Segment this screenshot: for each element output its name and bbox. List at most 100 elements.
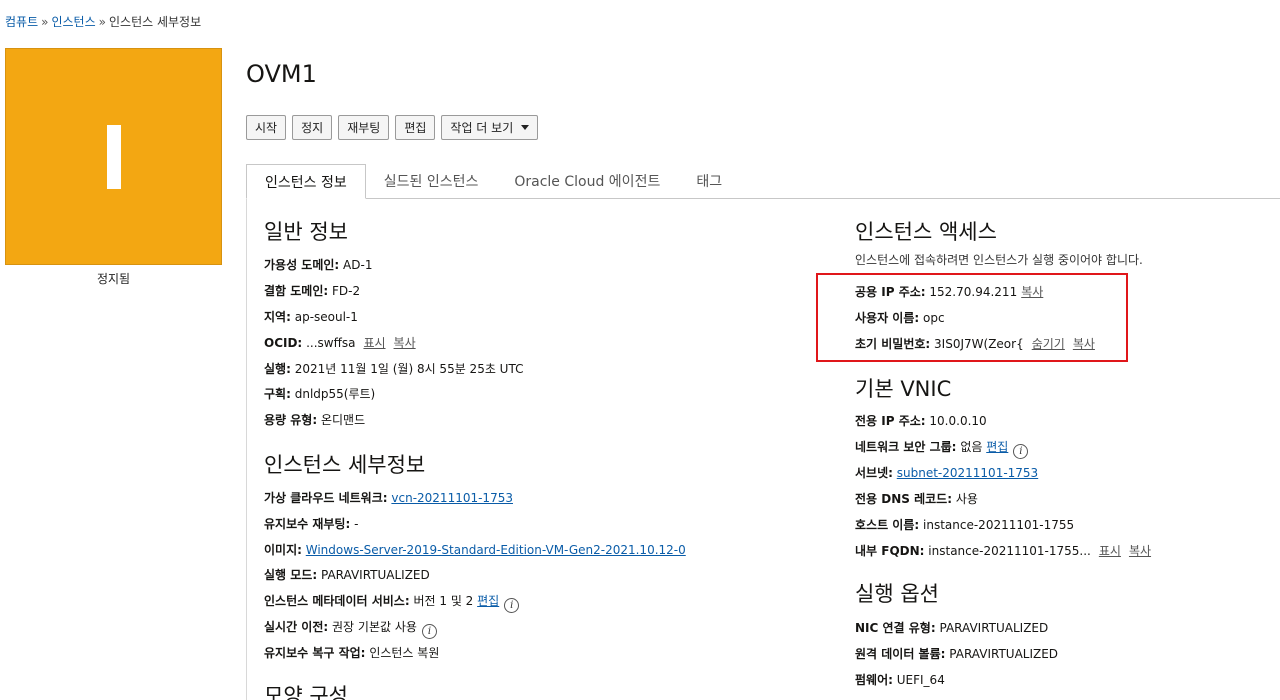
internal-fqdn-field: 내부 FQDN: instance-20211101-1755... 표시 복사 [855, 542, 1151, 559]
subnet-link[interactable]: subnet-20211101-1753 [897, 466, 1038, 480]
field-label: 내부 FQDN: [855, 544, 925, 558]
field-label: 실시간 이전: [264, 620, 329, 634]
field-label: 지역: [264, 310, 291, 324]
field-label: 서브넷: [855, 466, 893, 480]
instance-status-badge-icon [5, 48, 222, 265]
reboot-button[interactable]: 재부팅 [338, 115, 390, 140]
content-border [246, 199, 247, 700]
edit-button[interactable]: 편집 [395, 115, 436, 140]
compartment-field: 구획: dnldp55(루트) [264, 385, 375, 402]
field-value: 버전 1 및 2 [413, 594, 474, 608]
field-value: UEFI_64 [896, 673, 945, 687]
breadcrumb: 컴퓨트» 인스턴스» 인스턴스 세부정보 [5, 13, 201, 30]
field-label: 인스턴스 메타데이터 서비스: [264, 594, 410, 608]
region-field: 지역: ap-seoul-1 [264, 308, 358, 325]
breadcrumb-instances-link[interactable]: 인스턴스 [51, 15, 95, 29]
ocid-copy-link[interactable]: 복사 [394, 336, 416, 350]
primary-vnic-title: 기본 VNIC [855, 377, 952, 401]
ocid-field: OCID: ...swffsa 표시 복사 [264, 334, 416, 351]
field-value: instance-20211101-1755 [923, 518, 1075, 532]
breadcrumb-separator: » [41, 15, 49, 29]
nic-attachment-type-field: NIC 연결 유형: PARAVIRTUALIZED [855, 619, 1048, 636]
field-value: FD-2 [332, 284, 361, 298]
field-value: ap-seoul-1 [294, 310, 358, 324]
field-value: PARAVIRTUALIZED [949, 647, 1059, 661]
field-label: 이미지: [264, 543, 302, 557]
breadcrumb-current: 인스턴스 세부정보 [108, 15, 202, 29]
field-label: 네트워크 보안 그룹: [855, 440, 957, 454]
field-label: 전용 DNS 레코드: [855, 492, 953, 506]
instance-letter-glyph [106, 124, 121, 189]
field-value: 2021년 11월 1일 (월) 8시 55분 25초 UTC [294, 362, 524, 376]
field-value: AD-1 [343, 258, 373, 272]
field-label: OCID: [264, 336, 303, 350]
field-label: 유지보수 복구 작업: [264, 646, 366, 660]
field-value: ...swffsa [306, 336, 356, 350]
breadcrumb-compute-link[interactable]: 컴퓨트 [5, 15, 38, 29]
remote-data-volume-field: 원격 데이터 볼륨: PARAVIRTUALIZED [855, 645, 1058, 662]
breadcrumb-separator: » [98, 15, 106, 29]
action-bar: 시작 정지 재부팅 편집 작업 더 보기 [246, 115, 539, 140]
field-label: 결함 도메인: [264, 284, 329, 298]
field-label: 구획: [264, 387, 291, 401]
metadata-service-field: 인스턴스 메타데이터 서비스: 버전 1 및 2 편집 i [264, 592, 520, 613]
field-value: dnldp55(루트) [294, 387, 376, 401]
fqdn-show-link[interactable]: 표시 [1099, 544, 1121, 558]
tab-oracle-cloud-agent[interactable]: Oracle Cloud 에이전트 [496, 164, 678, 198]
instance-access-description: 인스턴스에 접속하려면 인스턴스가 실행 중이어야 합니다. [855, 253, 1143, 267]
stop-button[interactable]: 정지 [292, 115, 333, 140]
field-label: 전용 IP 주소: [855, 414, 926, 428]
vcn-link[interactable]: vcn-20211101-1753 [391, 491, 513, 505]
page-title: OVM1 [246, 60, 317, 88]
maintenance-reboot-field: 유지보수 재부팅: - [264, 515, 358, 532]
private-dns-field: 전용 DNS 레코드: 사용 [855, 490, 978, 507]
field-value: 사용 [955, 492, 978, 506]
instance-details-title: 인스턴스 세부정보 [264, 453, 426, 477]
info-icon[interactable]: i [421, 624, 437, 639]
hostname-field: 호스트 이름: instance-20211101-1755 [855, 516, 1074, 533]
launch-options-title: 실행 옵션 [855, 582, 939, 606]
instance-status-label: 정지됨 [96, 272, 131, 286]
network-security-group-field: 네트워크 보안 그룹: 없음 편집 i [855, 438, 1029, 459]
field-label: 가용성 도메인: [264, 258, 340, 272]
field-value: 권장 기본값 사용 [332, 620, 417, 634]
field-value: PARAVIRTUALIZED [939, 621, 1049, 635]
more-actions-label: 작업 더 보기 [450, 121, 514, 135]
info-icon[interactable]: i [1013, 444, 1029, 459]
field-label: 실행 모드: [264, 568, 318, 582]
field-label: 용량 유형: [264, 413, 318, 427]
field-value: - [354, 517, 359, 531]
fault-domain-field: 결함 도메인: FD-2 [264, 282, 360, 299]
start-button[interactable]: 시작 [246, 115, 287, 140]
launched-field: 실행: 2021년 11월 1일 (월) 8시 55분 25초 UTC [264, 360, 523, 377]
field-label: 유지보수 재부팅: [264, 517, 351, 531]
field-value: 온디맨드 [320, 413, 366, 427]
maintenance-recovery-field: 유지보수 복구 작업: 인스턴스 복원 [264, 644, 439, 661]
fqdn-copy-link[interactable]: 복사 [1129, 544, 1151, 558]
field-value: instance-20211101-1755... [928, 544, 1091, 558]
vcn-field: 가상 클라우드 네트워크: vcn-20211101-1753 [264, 489, 513, 506]
field-value: 없음 [960, 440, 983, 454]
launch-mode-field: 실행 모드: PARAVIRTUALIZED [264, 566, 430, 583]
tab-instance-info[interactable]: 인스턴스 정보 [246, 164, 366, 199]
tab-tags[interactable]: 태그 [678, 164, 740, 198]
nsg-edit-link[interactable]: 편집 [986, 440, 1008, 454]
field-value: 인스턴스 복원 [369, 646, 440, 660]
more-actions-dropdown[interactable]: 작업 더 보기 [441, 115, 539, 140]
capacity-type-field: 용량 유형: 온디맨드 [264, 411, 365, 428]
info-icon[interactable]: i [504, 598, 520, 613]
image-link[interactable]: Windows-Server-2019-Standard-Edition-VM-… [306, 543, 686, 557]
metadata-edit-link[interactable]: 편집 [477, 594, 499, 608]
private-ip-field: 전용 IP 주소: 10.0.0.10 [855, 412, 987, 429]
field-label: 가상 클라우드 네트워크: [264, 491, 388, 505]
live-migration-field: 실시간 이전: 권장 기본값 사용 i [264, 618, 437, 639]
tab-shielded-instance[interactable]: 실드된 인스턴스 [366, 164, 497, 198]
field-label: 원격 데이터 볼륨: [855, 647, 946, 661]
field-value: PARAVIRTUALIZED [320, 568, 430, 582]
field-label: 펌웨어: [855, 673, 893, 687]
field-label: 호스트 이름: [855, 518, 920, 532]
image-field: 이미지: Windows-Server-2019-Standard-Editio… [264, 541, 686, 558]
caret-down-icon [521, 125, 530, 130]
field-label: 실행: [264, 362, 291, 376]
ocid-show-link[interactable]: 표시 [363, 336, 385, 350]
